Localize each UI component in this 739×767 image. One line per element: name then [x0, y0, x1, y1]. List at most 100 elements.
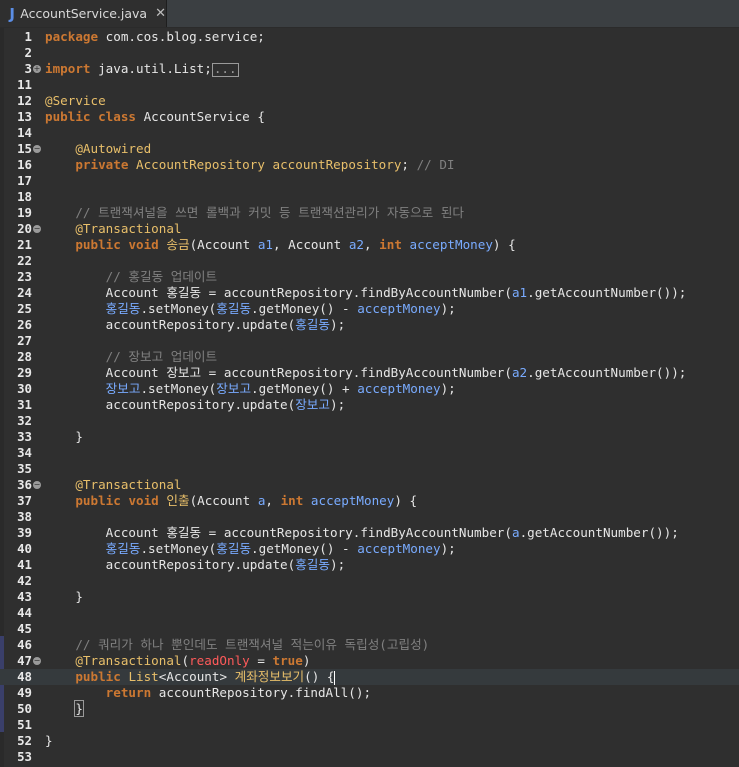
line-number: 50 — [17, 701, 32, 716]
code-token: Account — [45, 285, 167, 300]
code-line[interactable]: 27 — [0, 333, 739, 349]
close-icon[interactable]: ✕ — [155, 6, 166, 21]
code-line[interactable]: 23 // 홍길동 업데이트 — [0, 269, 739, 285]
code-token: ( — [181, 653, 190, 668]
code-token: @Transactional — [75, 477, 182, 492]
code-line[interactable]: 15− @Autowired — [0, 141, 739, 157]
code-line[interactable]: 12 @Service — [0, 93, 739, 109]
collapse-fold-icon[interactable]: − — [33, 657, 41, 665]
code-line[interactable]: 22 — [0, 253, 739, 269]
code-token: } — [45, 429, 83, 444]
code-line[interactable]: 48 public List<Account> 계좌정보보기() { — [0, 669, 739, 685]
code-line[interactable]: 17 — [0, 173, 739, 189]
code-line[interactable]: 37 public void 인출(Account a, int acceptM… — [0, 493, 739, 509]
code-line[interactable]: 41 accountRepository.update(홍길동); — [0, 557, 739, 573]
code-line[interactable]: 30 장보고.setMoney(장보고.getMoney() + acceptM… — [0, 381, 739, 397]
code-line[interactable]: 44 — [0, 605, 739, 621]
code-line[interactable]: 21 public void 송금(Account a1, Account a2… — [0, 237, 739, 253]
code-line[interactable]: 3 + import java.util.List;... — [0, 61, 739, 77]
code-token: a2 — [348, 237, 364, 252]
code-line[interactable]: 38 — [0, 509, 739, 525]
code-line[interactable]: 26 accountRepository.update(홍길동); — [0, 317, 739, 333]
code-area[interactable]: 1 package com.cos.blog.service; 2 3 + import … — [0, 28, 739, 767]
code-token: @Transactional — [75, 653, 182, 668]
line-number: 36 — [17, 477, 32, 492]
code-line[interactable]: 11 — [0, 77, 739, 93]
code-line[interactable]: 31 accountRepository.update(장보고); — [0, 397, 739, 413]
code-text: 홍길동.setMoney(홍길동.getMoney() - acceptMone… — [45, 301, 456, 317]
code-line[interactable]: 45 — [0, 621, 739, 637]
code-text: import java.util.List;... — [45, 61, 239, 77]
code-line[interactable]: 50 } — [0, 700, 739, 717]
code-line[interactable]: 25 홍길동.setMoney(홍길동.getMoney() - acceptM… — [0, 301, 739, 317]
code-line[interactable]: 19 // 트랜잭셔널을 쓰면 롤백과 커밋 등 트랜잭션관리가 자동으로 된다 — [0, 205, 739, 221]
code-line[interactable]: 51 — [0, 717, 739, 733]
code-line[interactable]: 35 — [0, 461, 739, 477]
line-number: 47 — [17, 653, 32, 668]
code-token: = — [249, 653, 273, 668]
code-line[interactable]: 49 return accountRepository.findAll(); — [0, 685, 739, 701]
line-number: 43 — [17, 589, 32, 604]
code-line[interactable]: 18 — [0, 189, 739, 205]
line-number: 11 — [17, 77, 32, 92]
code-token: acceptMoney — [357, 541, 441, 556]
code-line[interactable]: 29 Account 장보고 = accountRepository.findB… — [0, 365, 739, 381]
code-token: java.util.List; — [90, 61, 212, 76]
code-line[interactable]: 40 홍길동.setMoney(홍길동.getMoney() - acceptM… — [0, 541, 739, 557]
tab-account-service[interactable]: J AccountService.java ✕ — [0, 0, 167, 27]
code-line[interactable]: 1 package com.cos.blog.service; — [0, 29, 739, 45]
code-line[interactable]: 36− @Transactional — [0, 477, 739, 493]
code-token: .getAccountNumber()); — [519, 525, 679, 540]
code-line[interactable]: 46 // 쿼리가 하나 뿐인데도 트랜잭셔널 적는이유 독립성(고립성) — [0, 637, 739, 653]
line-number: 26 — [17, 317, 32, 332]
code-line[interactable]: 39 Account 홍길동 = accountRepository.findB… — [0, 525, 739, 541]
code-token: a2 — [511, 365, 528, 380]
code-token: // 쿼리가 하나 뿐인데도 트랜잭셔널 적는이유 독립성(고립성) — [75, 637, 430, 652]
code-token: ) { — [394, 493, 418, 508]
line-number: 30 — [17, 381, 32, 396]
code-token: () { — [304, 669, 335, 684]
code-line[interactable]: 13 public class AccountService { — [0, 109, 739, 125]
code-line[interactable]: 42 — [0, 573, 739, 589]
code-token: 홍길동 — [166, 285, 202, 300]
code-line[interactable]: 28 // 장보고 업데이트 — [0, 349, 739, 365]
line-number: 29 — [17, 365, 32, 380]
code-line[interactable]: 53 — [0, 749, 739, 765]
code-line[interactable]: 16 private AccountRepository accountRepo… — [0, 157, 739, 173]
collapse-fold-icon[interactable]: − — [33, 481, 41, 489]
line-number: 32 — [17, 413, 32, 428]
code-line[interactable]: 34 — [0, 445, 739, 461]
code-token: = accountRepository.findByAccountNumber( — [201, 285, 512, 300]
code-token: a1 — [257, 237, 273, 252]
expand-fold-icon[interactable]: + — [33, 65, 41, 73]
collapse-fold-icon[interactable]: − — [33, 145, 41, 153]
code-token: .setMoney( — [140, 381, 217, 396]
code-token: ); — [329, 397, 346, 412]
code-line[interactable]: 32 — [0, 413, 739, 429]
code-text: 장보고.setMoney(장보고.getMoney() + acceptMone… — [45, 381, 456, 397]
code-token: .getMoney() + — [251, 381, 358, 396]
code-text: package com.cos.blog.service; — [45, 29, 265, 45]
code-line[interactable]: 14 — [0, 125, 739, 141]
code-line[interactable]: 20− @Transactional — [0, 221, 739, 237]
code-line[interactable]: 52} — [0, 733, 739, 749]
code-token: private — [75, 157, 129, 172]
line-number: 14 — [17, 125, 32, 140]
code-line[interactable]: 24 Account 홍길동 = accountRepository.findB… — [0, 285, 739, 301]
code-token: 홍길동 — [216, 541, 252, 556]
code-line[interactable]: 33 } — [0, 429, 739, 445]
code-line[interactable]: 43 } — [0, 589, 739, 605]
code-line[interactable]: 2 — [0, 45, 739, 61]
code-text: // 장보고 업데이트 — [45, 349, 217, 365]
collapse-fold-icon[interactable]: − — [33, 225, 41, 233]
line-number: 24 — [17, 285, 32, 300]
code-text: public void 송금(Account a1, Account a2, i… — [45, 237, 515, 253]
line-number: 28 — [17, 349, 32, 364]
code-token: int — [280, 493, 304, 508]
text-cursor — [334, 670, 336, 685]
code-line[interactable]: 47− @Transactional(readOnly = true) — [0, 653, 739, 669]
